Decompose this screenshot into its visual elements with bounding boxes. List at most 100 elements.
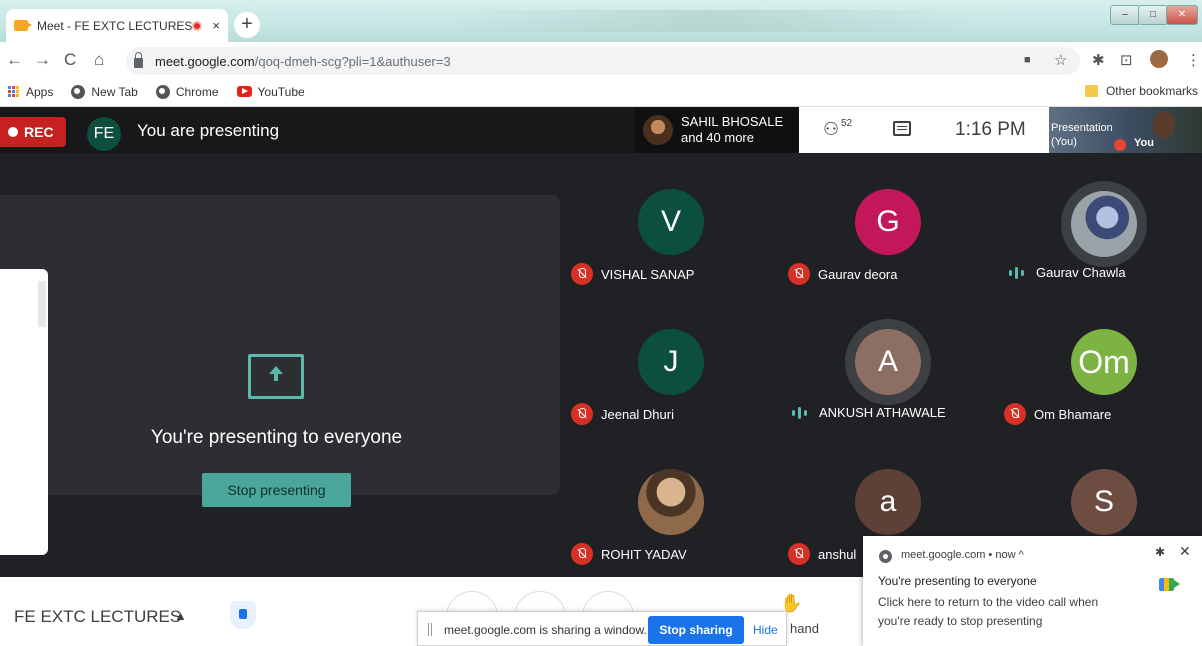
bookmark-chrome[interactable]: Chrome — [155, 84, 219, 99]
participant-name: ANKUSH ATHAWALE — [791, 405, 946, 420]
notification-title: You're presenting to everyone — [878, 574, 1037, 588]
mic-off-icon — [788, 543, 810, 565]
forward-icon[interactable]: → — [34, 50, 51, 70]
participant-tile[interactable]: A ANKUSH ATHAWALE — [779, 293, 989, 433]
browser-tab[interactable]: Meet - FE EXTC LECTURES × — [6, 9, 228, 42]
participant-avatar: S — [1071, 469, 1137, 535]
speaking-icon — [1008, 266, 1026, 280]
browser-titlebar: Meet - FE EXTC LECTURES × + – □ ✕ — [0, 0, 1202, 42]
self-label: You — [1134, 137, 1154, 149]
participant-tile[interactable]: G Gaurav deora — [779, 153, 989, 293]
maximize-button[interactable]: □ — [1138, 5, 1168, 25]
recording-badge: REC — [0, 117, 66, 147]
reload-icon[interactable]: C — [64, 50, 76, 70]
close-window-button[interactable]: ✕ — [1166, 5, 1198, 25]
speaker-name: SAHIL BHOSALE — [681, 114, 784, 129]
notification-body: Click here to return to the video call w… — [878, 595, 1099, 628]
meet-stage: REC FE You are presenting SAHIL BHOSALE … — [0, 107, 1202, 577]
shared-window-preview — [0, 269, 48, 555]
chrome-icon — [879, 550, 892, 563]
participant-name: Gaurav Chawla — [1008, 265, 1126, 280]
chrome-notification[interactable]: meet.google.com • now ^ ✱ ✕ You're prese… — [863, 536, 1202, 646]
drag-handle-icon[interactable] — [428, 623, 432, 636]
participant-name: Om Bhamare — [1004, 403, 1111, 425]
participant-name: Jeenal Dhuri — [571, 403, 674, 425]
stop-sharing-button[interactable]: Stop sharing — [648, 616, 744, 644]
participant-name: VISHAL SANAP — [571, 263, 694, 285]
hide-link[interactable]: Hide — [753, 623, 778, 637]
extensions-icon[interactable]: ✱ — [1092, 51, 1105, 69]
other-bookmarks[interactable]: Other bookmarks — [1084, 84, 1198, 98]
bookmark-apps[interactable]: Apps — [8, 85, 53, 99]
mic-off-icon — [571, 403, 593, 425]
participant-avatar: Om — [1071, 329, 1137, 395]
speaker-names: SAHIL BHOSALE and 40 more — [681, 114, 783, 146]
menu-kebab-icon[interactable]: ⋮ — [1186, 51, 1201, 69]
folder-icon — [1084, 85, 1098, 97]
meeting-time: 1:16 PM — [955, 119, 1026, 140]
bookmark-youtube-label: YouTube — [257, 84, 305, 99]
mic-off-icon — [571, 263, 593, 285]
lock-icon — [134, 52, 143, 68]
notification-source: meet.google.com • now ^ — [901, 549, 1024, 561]
meet-logo-icon — [1159, 578, 1180, 591]
bookmark-chrome-label: Chrome — [175, 84, 219, 99]
stop-presenting-button[interactable]: Stop presenting — [202, 473, 351, 507]
bookmarks-bar: Apps New Tab Chrome YouTube Other bookma… — [0, 77, 1202, 107]
presenting-message: You're presenting to everyone — [150, 427, 403, 448]
self-view-tile[interactable]: Presentation (You) You — [1049, 107, 1202, 153]
participant-name: Gaurav deora — [788, 263, 898, 285]
home-icon[interactable]: ⌂ — [94, 50, 104, 70]
rec-label: REC — [24, 124, 54, 140]
participant-photo — [638, 469, 704, 535]
browser-toolbar: ← → C ⌂ meet.google.com/qoq-dmeh-scg?pli… — [0, 42, 1202, 77]
chat-icon[interactable] — [893, 121, 911, 136]
camera-in-use-icon[interactable]: ■ — [1024, 54, 1031, 66]
back-icon[interactable]: ← — [6, 50, 23, 70]
chevron-up-icon[interactable]: ▲ — [174, 608, 187, 623]
gear-icon[interactable]: ✱ — [1155, 545, 1165, 559]
globe-icon — [71, 84, 86, 99]
meet-controls-panel: ⚇ 52 1:16 PM — [799, 107, 1049, 153]
participant-tile[interactable]: Om Om Bhamare — [992, 293, 1202, 433]
minimize-button[interactable]: – — [1110, 5, 1140, 25]
self-tile-label: Presentation (You) — [1051, 122, 1113, 148]
meet-topbar: REC FE You are presenting SAHIL BHOSALE … — [0, 107, 1202, 153]
apps-grid-icon — [8, 85, 20, 98]
sharing-indicator-bar: meet.google.com is sharing a window. Sto… — [417, 611, 787, 646]
participant-avatar: a — [855, 469, 921, 535]
participant-grid: V VISHAL SANAP G Gaurav deora Gaurav Cha… — [563, 153, 1202, 577]
tab-close-icon[interactable]: × — [212, 18, 220, 33]
bookmark-new-tab[interactable]: New Tab — [71, 84, 138, 99]
bookmark-star-icon[interactable]: ☆ — [1054, 51, 1067, 69]
participant-photo — [1071, 191, 1137, 257]
address-bar[interactable]: meet.google.com/qoq-dmeh-scg?pli=1&authu… — [126, 47, 1080, 75]
cast-icon[interactable]: ⊡ — [1120, 51, 1133, 69]
mic-off-icon — [1004, 403, 1026, 425]
people-icon[interactable]: ⚇ — [823, 119, 839, 140]
sharing-message: meet.google.com is sharing a window. — [444, 623, 647, 637]
close-icon[interactable]: ✕ — [1179, 543, 1191, 560]
raise-hand-label[interactable]: hand — [790, 621, 819, 636]
active-speaker[interactable]: SAHIL BHOSALE and 40 more — [635, 107, 800, 153]
record-dot-icon — [8, 127, 18, 137]
presenter-avatar: FE — [87, 117, 121, 151]
participant-tile[interactable]: J Jeenal Dhuri — [563, 293, 773, 433]
participant-avatar: V — [638, 189, 704, 255]
participant-avatar: A — [855, 329, 921, 395]
meeting-name[interactable]: FE EXTC LECTURES — [14, 607, 181, 627]
participant-tile[interactable]: Gaurav Chawla — [992, 153, 1202, 293]
speaking-icon — [791, 406, 809, 420]
tab-title: Meet - FE EXTC LECTURES — [37, 18, 193, 33]
other-bookmarks-label: Other bookmarks — [1105, 84, 1198, 98]
participant-tile[interactable]: V VISHAL SANAP — [563, 153, 773, 293]
host-controls-shield-icon[interactable] — [230, 601, 256, 629]
new-tab-button[interactable]: + — [234, 12, 260, 38]
bookmark-youtube[interactable]: YouTube — [236, 84, 305, 99]
speaker-avatar — [643, 115, 673, 145]
youtube-icon — [236, 86, 252, 97]
url-text: meet.google.com/qoq-dmeh-scg?pli=1&authu… — [155, 53, 451, 69]
participant-tile[interactable]: ROHIT YADAV — [563, 433, 773, 573]
profile-avatar[interactable] — [1150, 50, 1168, 68]
meet-favicon-icon — [14, 20, 32, 31]
